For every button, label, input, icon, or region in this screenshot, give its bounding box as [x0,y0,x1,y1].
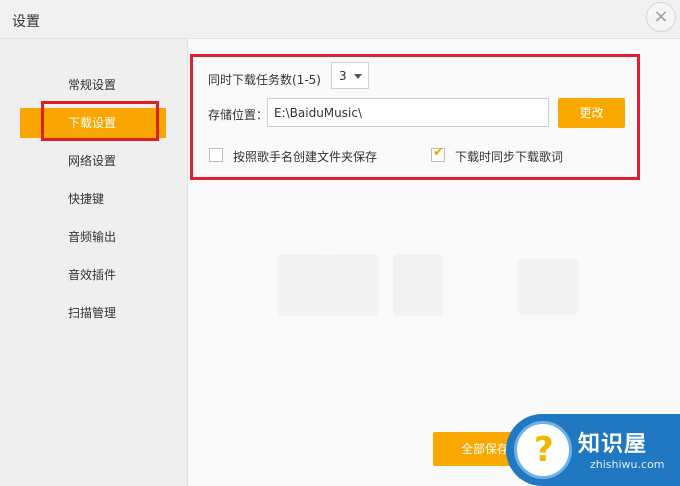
background-thumbnail [393,254,443,316]
watermark-title: 知识屋 [578,432,648,457]
sync-lyrics-label: 下载时同步下载歌词 [455,150,564,164]
watermark-logo: ? 知识屋 zhishiwu.com [506,414,680,486]
background-thumbnail [278,254,328,316]
title-bar: 设置 [0,0,680,39]
artist-folder-label: 按照歌手名创建文件夹保存 [233,150,378,164]
sidebar-item-general[interactable]: 常规设置 [20,70,166,100]
checkmark-icon: ✔ [433,145,444,160]
sidebar-item-network[interactable]: 网络设置 [20,146,166,176]
sync-lyrics-checkbox[interactable]: ✔ [431,145,445,162]
change-location-button[interactable]: 更改 [558,98,625,128]
download-settings-panel: 同时下载任务数(1-5) 3 存储位置： 更改 按照歌手名创建文件夹保存 ✔ 下… [190,54,640,180]
question-mark-icon: ? [514,421,572,479]
background-thumbnail [328,254,378,316]
sidebar-item-effects-plugins[interactable]: 音效插件 [20,260,166,290]
background-thumbnail [518,259,578,315]
sidebar-item-scan-management[interactable]: 扫描管理 [20,298,166,328]
question-mark-glyph: ? [534,430,554,470]
sidebar-item-audio-output[interactable]: 音频输出 [20,222,166,252]
artist-folder-checkbox[interactable] [209,148,223,162]
close-icon: × [653,6,669,27]
chevron-down-icon [354,74,362,79]
close-button[interactable]: × [646,2,676,32]
sidebar-item-shortcuts[interactable]: 快捷键 [20,184,166,214]
window-title: 设置 [12,14,40,30]
watermark-site: zhishiwu.com [590,458,665,471]
settings-sidebar: 常规设置 下载设置 网络设置 快捷键 音频输出 音效插件 扫描管理 [0,39,188,486]
concurrent-downloads-label: 同时下载任务数(1-5) [208,73,321,87]
concurrent-downloads-value: 3 [339,69,347,83]
storage-location-label: 存储位置： [208,108,269,122]
storage-location-input[interactable] [267,98,549,127]
sidebar-item-download[interactable]: 下载设置 [20,101,166,141]
concurrent-downloads-select[interactable]: 3 [331,62,369,89]
